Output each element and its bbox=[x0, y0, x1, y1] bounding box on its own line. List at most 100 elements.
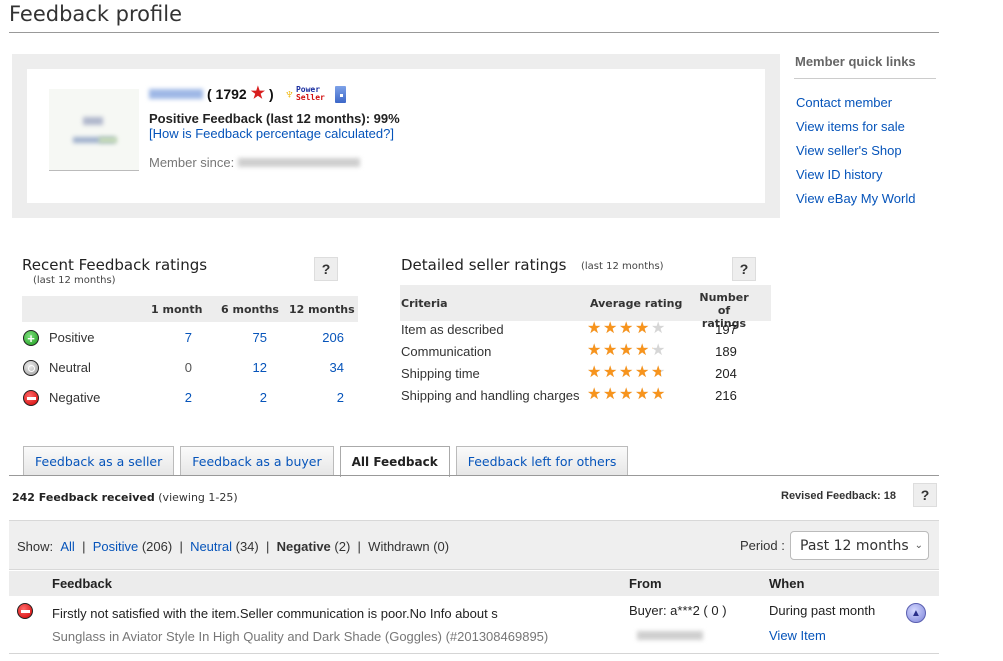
star-icon: ★★ bbox=[587, 320, 602, 337]
neutral-1-month: 0 bbox=[184, 360, 192, 375]
rating-row-negative: Negative 2 2 2 bbox=[22, 390, 358, 420]
power-seller-icon: ♆ bbox=[283, 85, 295, 103]
revised-feedback-count: Revised Feedback: 18 bbox=[781, 490, 896, 502]
feedback-when: During past month bbox=[769, 603, 876, 618]
contact-member-link[interactable]: Contact member bbox=[796, 95, 892, 110]
tab-feedback-as-buyer[interactable]: Feedback as a buyer bbox=[180, 446, 334, 476]
power-seller-badge[interactable]: ♆ Power Seller bbox=[284, 86, 325, 102]
positive-12-months[interactable]: 206 bbox=[304, 330, 344, 345]
view-sellers-shop-link[interactable]: View seller's Shop bbox=[796, 143, 902, 158]
feedback-count: 242 Feedback received (viewing 1-25) bbox=[12, 491, 238, 504]
tab-all-feedback[interactable]: All Feedback bbox=[339, 446, 450, 477]
star-icon: ★★ bbox=[635, 386, 650, 403]
filter-all[interactable]: All bbox=[60, 539, 74, 554]
star-icon: ★★ bbox=[635, 342, 650, 359]
member-since: Member since: bbox=[149, 155, 361, 170]
tab-feedback-as-seller[interactable]: Feedback as a seller bbox=[23, 446, 175, 476]
feedback-table-header: Feedback From When bbox=[9, 571, 939, 596]
negative-icon bbox=[23, 390, 39, 406]
relationship-icon[interactable]: ▲ bbox=[906, 603, 926, 623]
recent-ratings-subtitle: (last 12 months) bbox=[33, 275, 116, 286]
period-select[interactable]: Past 12 months ⌄ bbox=[790, 531, 929, 560]
recent-ratings-title: Recent Feedback ratings bbox=[22, 256, 208, 274]
criteria-label: Shipping and handling charges bbox=[401, 388, 580, 403]
filter-positive[interactable]: Positive bbox=[93, 539, 139, 554]
avatar[interactable] bbox=[49, 89, 139, 171]
star-rating: ★★★★★★★★★★ bbox=[587, 321, 667, 337]
title-divider bbox=[9, 32, 939, 33]
col-average-rating: Average rating bbox=[590, 297, 683, 310]
feedback-from: Buyer: a***2 ( 0 ) bbox=[629, 603, 727, 618]
criteria-label: Item as described bbox=[401, 322, 504, 337]
star-icon: ★★ bbox=[619, 386, 634, 403]
neutral-icon bbox=[23, 360, 39, 376]
detailed-ratings-title: Detailed seller ratings bbox=[401, 256, 567, 274]
view-my-world-link[interactable]: View eBay My World bbox=[796, 191, 915, 206]
chevron-down-icon: ⌄ bbox=[914, 540, 924, 551]
star-rating: ★★★★★★★★★★ bbox=[587, 387, 667, 403]
positive-1-month[interactable]: 7 bbox=[152, 330, 192, 345]
col-from: From bbox=[629, 576, 662, 591]
detailed-rating-row: Item as described★★★★★★★★★★197 bbox=[401, 321, 771, 344]
star-icon: ★★ bbox=[651, 342, 666, 359]
criteria-label: Shipping time bbox=[401, 366, 480, 381]
view-item-link[interactable]: View Item bbox=[769, 628, 826, 643]
user-line: ( 1792 ★ ) ♆ Power Seller bbox=[149, 84, 346, 104]
positive-6-months[interactable]: 75 bbox=[227, 330, 267, 345]
star-icon: ★★ bbox=[651, 320, 666, 337]
filter-withdrawn: Withdrawn (0) bbox=[368, 539, 450, 554]
star-icon: ★★ bbox=[587, 342, 602, 359]
ratings-count: 189 bbox=[715, 344, 737, 359]
negative-6-months[interactable]: 2 bbox=[227, 390, 267, 405]
star-rating: ★★★★★★★★★★ bbox=[587, 365, 667, 381]
col-when: When bbox=[769, 576, 805, 591]
detailed-rating-row: Communication★★★★★★★★★★189 bbox=[401, 342, 771, 366]
feedback-item: Sunglass in Aviator Style In High Qualit… bbox=[52, 629, 549, 644]
feedback-score-close: ) bbox=[269, 86, 274, 102]
shop-door-icon[interactable] bbox=[334, 85, 346, 103]
page-title: Feedback profile bbox=[9, 2, 183, 26]
detailed-ratings-help-button[interactable]: ? bbox=[732, 257, 756, 281]
quick-links-divider bbox=[794, 78, 936, 79]
username-link[interactable] bbox=[149, 89, 203, 99]
feedback-score[interactable]: ( 1792 bbox=[207, 86, 247, 102]
quick-links-title: Member quick links bbox=[795, 54, 916, 69]
detailed-rating-row: Shipping and handling charges ★ ★ ★ ★ ★ ★ ★ ★ ★ ★ 2… bbox=[401, 387, 771, 410]
how-calculated-link[interactable]: [How is Feedback percentage calculated?] bbox=[149, 126, 394, 141]
view-id-history-link[interactable]: View ID history bbox=[796, 167, 882, 182]
negative-1-month[interactable]: 2 bbox=[152, 390, 192, 405]
view-items-for-sale-link[interactable]: View items for sale bbox=[796, 119, 905, 134]
star-icon: ★★ bbox=[651, 364, 666, 381]
negative-icon bbox=[17, 603, 33, 619]
feedback-comment: Firstly not satisfied with the item.Sell… bbox=[52, 606, 498, 621]
star-icon: ★★ bbox=[587, 386, 602, 403]
filter-negative-selected: Negative bbox=[276, 539, 331, 554]
filter-neutral[interactable]: Neutral bbox=[190, 539, 232, 554]
member-since-date bbox=[238, 158, 361, 167]
detailed-ratings-header: Criteria Average rating Number of rating… bbox=[400, 285, 771, 330]
recent-ratings-help-button[interactable]: ? bbox=[314, 257, 338, 281]
revised-feedback-help-button[interactable]: ? bbox=[913, 483, 937, 507]
ratings-count: 204 bbox=[715, 366, 737, 381]
star-icon: ★★ bbox=[603, 386, 618, 403]
positive-icon bbox=[23, 330, 39, 346]
rating-row-positive: Positive 7 75 206 bbox=[22, 330, 358, 360]
col-12-months: 12 months bbox=[289, 303, 355, 316]
star-icon: ★★ bbox=[619, 342, 634, 359]
neutral-12-months[interactable]: 34 bbox=[304, 360, 344, 375]
col-criteria: Criteria bbox=[401, 297, 448, 310]
ratings-count: 216 bbox=[715, 388, 737, 403]
recent-ratings-header: 1 month 6 months 12 months bbox=[22, 296, 358, 322]
negative-12-months[interactable]: 2 bbox=[304, 390, 344, 405]
star-icon: ★★ bbox=[619, 364, 634, 381]
star-icon: ★★ bbox=[635, 320, 650, 337]
positive-feedback-percentage: Positive Feedback (last 12 months): 99% bbox=[149, 111, 400, 126]
neutral-6-months[interactable]: 12 bbox=[227, 360, 267, 375]
criteria-label: Communication bbox=[401, 344, 492, 359]
star-icon: ★★ bbox=[651, 386, 666, 403]
detailed-rating-row: Shipping time ★ ★ ★ ★ ★ ★ ★ ★ ★ ★ 204 bbox=[401, 365, 771, 388]
quick-links-list: Contact member View items for sale View … bbox=[796, 95, 915, 215]
tab-feedback-left-for-others[interactable]: Feedback left for others bbox=[455, 446, 629, 476]
period-label: Period : bbox=[740, 538, 785, 553]
col-6-months: 6 months bbox=[221, 303, 279, 316]
